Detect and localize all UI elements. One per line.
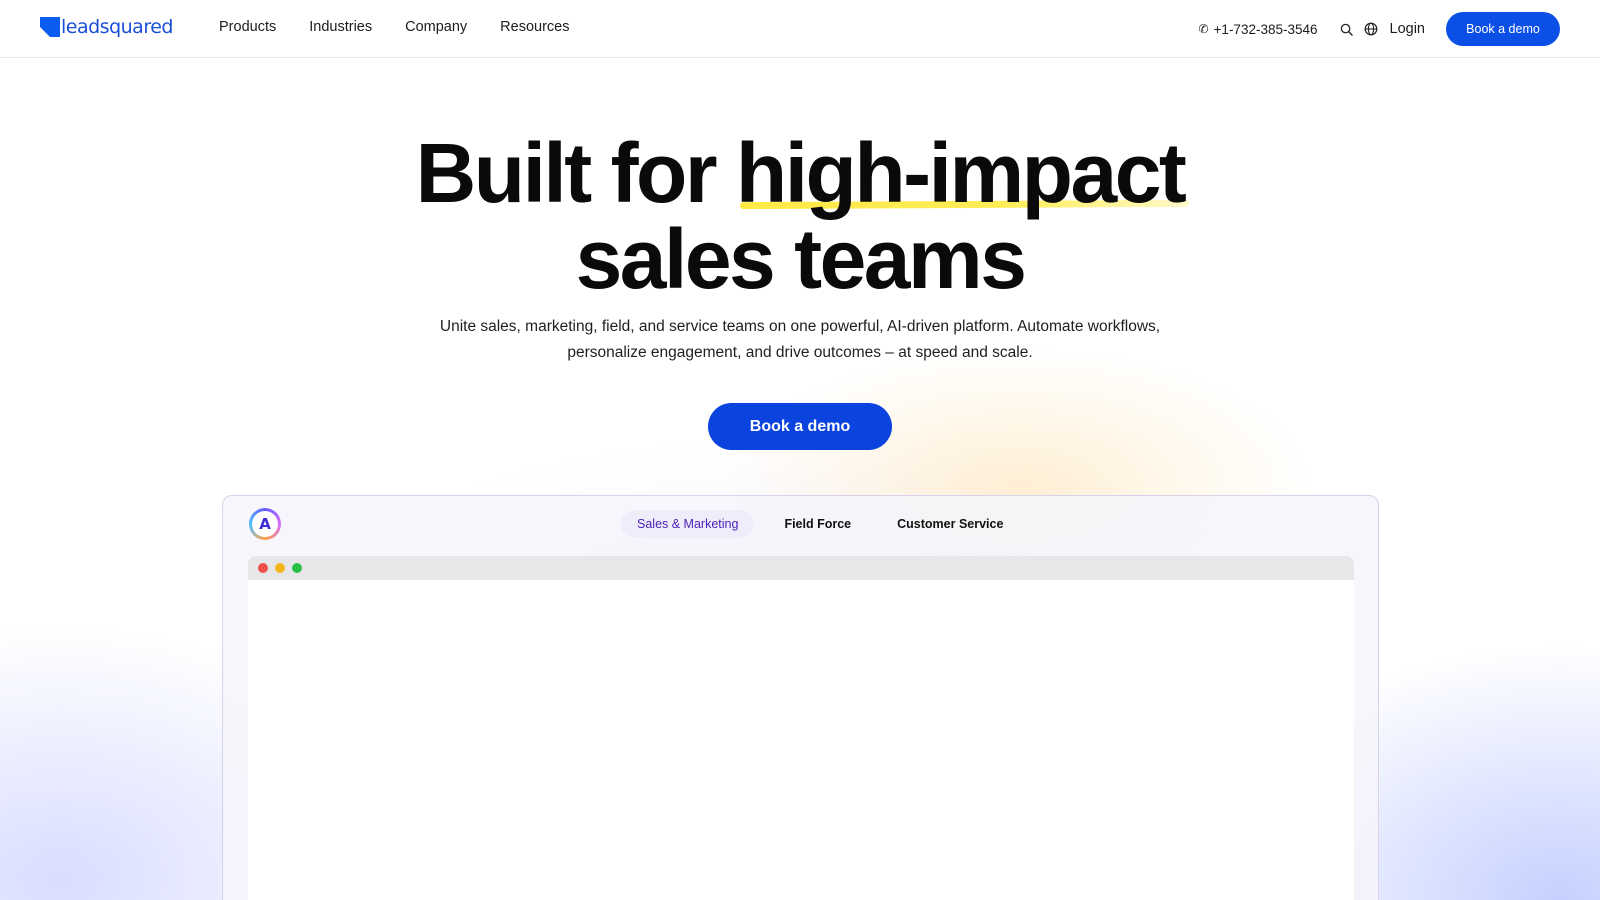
globe-icon[interactable] xyxy=(1362,20,1380,38)
book-demo-hero-button[interactable]: Book a demo xyxy=(708,403,892,450)
login-link[interactable]: Login xyxy=(1390,21,1425,37)
hero-title-part1: Built for xyxy=(415,126,736,220)
nav-industries[interactable]: Industries xyxy=(309,19,372,35)
tab-field-force[interactable]: Field Force xyxy=(768,510,867,538)
phone-number: +1-732-385-3546 xyxy=(1213,21,1318,37)
nav-company[interactable]: Company xyxy=(405,19,467,35)
hero-title: Built for high-impact sales teams xyxy=(0,130,1600,302)
product-tabs: Sales & Marketing Field Force Customer S… xyxy=(621,510,1033,538)
main-nav: Products Industries Company Resources xyxy=(219,19,602,35)
ai-assistant-icon[interactable]: A xyxy=(249,508,281,540)
hero-subtitle-line1: Unite sales, marketing, field, and servi… xyxy=(439,318,1161,335)
logo-mark-icon xyxy=(40,17,60,37)
window-minimize-dot xyxy=(275,563,285,573)
hero-title-line2: sales teams xyxy=(575,212,1027,306)
window-close-dot xyxy=(258,563,268,573)
top-navbar: leadsquared Products Industries Company … xyxy=(0,0,1600,58)
leadsquared-logo[interactable]: leadsquared xyxy=(40,17,173,37)
nav-resources[interactable]: Resources xyxy=(500,19,569,35)
window-maximize-dot xyxy=(292,563,302,573)
header-actions: ✆ +1-732-385-3546 Login Book a demo xyxy=(1198,12,1560,46)
search-icon[interactable] xyxy=(1338,20,1356,38)
logo-text: leadsquared xyxy=(61,16,173,38)
product-showcase: A Sales & Marketing Field Force Customer… xyxy=(222,495,1379,900)
window-titlebar xyxy=(248,556,1354,580)
phone-link[interactable]: ✆ +1-732-385-3546 xyxy=(1198,22,1317,37)
tab-sales-marketing[interactable]: Sales & Marketing xyxy=(621,510,755,538)
book-demo-header-button[interactable]: Book a demo xyxy=(1446,12,1560,46)
hero-subtitle-line2: personalize engagement, and drive outcom… xyxy=(567,344,1033,361)
hero-title-highlight: high-impact xyxy=(735,126,1187,220)
nav-products[interactable]: Products xyxy=(219,19,276,35)
phone-icon: ✆ xyxy=(1198,22,1209,36)
tab-customer-service[interactable]: Customer Service xyxy=(881,510,1019,538)
product-preview-window xyxy=(248,556,1354,900)
hero-subtitle: Unite sales, marketing, field, and servi… xyxy=(400,314,1200,366)
